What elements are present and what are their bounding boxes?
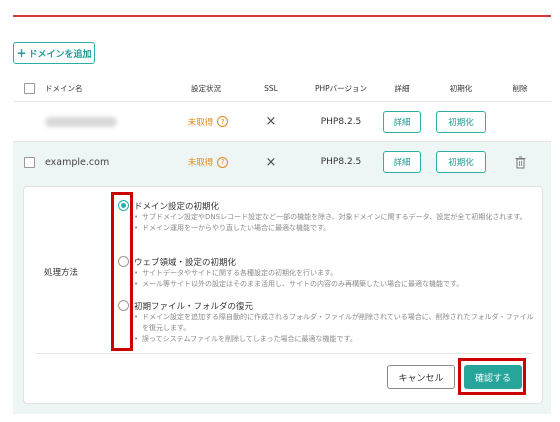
detail-button[interactable]: 詳細	[383, 110, 421, 133]
header-reset: 初期化	[449, 84, 473, 93]
reset-button[interactable]: 初期化	[436, 151, 486, 173]
reset-cell: 初期化	[436, 142, 486, 182]
highlight-box-confirm	[458, 358, 526, 395]
detail-cell: 詳細	[383, 142, 421, 182]
ssl-status: ×	[253, 102, 289, 141]
processing-method-label: 処理方法	[44, 268, 79, 278]
row-checkbox[interactable]	[23, 156, 35, 168]
option-desc-line: サブドメイン設定やDNSレコード設定など一部の機能を除き、対象ドメインに関するデ…	[134, 212, 538, 223]
php-version: PHP8.2.5	[320, 157, 362, 167]
option-description: サイトデータやサイトに関する各種設定の初期化を行います。 メール等サイト以外の設…	[134, 268, 538, 290]
delete-cell	[510, 142, 530, 182]
trash-icon[interactable]	[515, 156, 526, 169]
question-circle-icon[interactable]: ?	[217, 116, 229, 127]
status-text: 未取得	[187, 117, 214, 128]
status-cell: 未取得?	[173, 142, 243, 182]
option-desc-line: メール等サイト以外の設定はそのまま活用し、サイトの内容のみ再構築したい場合に最適…	[134, 279, 538, 290]
ssl-value: ×	[265, 114, 277, 129]
option-description: サブドメイン設定やDNSレコード設定など一部の機能を除き、対象ドメインに関するデ…	[134, 212, 538, 234]
add-domain-button[interactable]: + ドメインを追加	[13, 42, 95, 64]
detail-button[interactable]: 詳細	[383, 151, 421, 173]
blurred-domain	[45, 116, 117, 127]
table-row: 未取得? × PHP8.2.5 詳細 初期化	[13, 102, 551, 142]
domain-name-blurred	[45, 102, 135, 141]
highlight-box-radios	[111, 192, 133, 351]
plus-icon: +	[16, 46, 27, 60]
status-cell: 未取得?	[173, 102, 243, 141]
header-delete: 削除	[512, 84, 528, 93]
header-status: 設定状況	[191, 84, 221, 93]
option-desc-line: サイトデータやサイトに関する各種設定の初期化を行います。	[134, 268, 538, 279]
option-title: 初期ファイル・フォルダの復元	[134, 302, 254, 312]
option-title: ドメイン設定の初期化	[134, 202, 220, 212]
reset-cell: 初期化	[436, 102, 486, 141]
option-desc-line: ドメイン運用を一からやり直したい場合に最適な機能です。	[134, 223, 538, 234]
status-text: 未取得	[187, 158, 214, 168]
top-divider	[13, 15, 551, 17]
row-checkbox-cell[interactable]	[23, 142, 35, 182]
panel-divider	[36, 353, 532, 354]
option-description: ドメイン設定を追加する際自動的に作成されるフォルダ・ファイルが削除されている場合…	[134, 312, 538, 345]
add-domain-label: ドメインを追加	[28, 49, 92, 60]
select-all-checkbox-cell[interactable]	[23, 76, 35, 101]
question-circle-icon[interactable]: ?	[217, 156, 229, 168]
option-desc-line: ドメイン設定を追加する際自動的に作成されるフォルダ・ファイルが削除されている場合…	[134, 312, 538, 334]
option-desc-line: 誤ってシステムファイルを削除してしまった場合に最適な機能です。	[134, 334, 538, 345]
detail-cell: 詳細	[383, 102, 421, 141]
domain-name: example.com	[45, 156, 110, 168]
option-title: ウェブ領域・設定の初期化	[134, 258, 237, 268]
reset-button[interactable]: 初期化	[436, 110, 486, 133]
ssl-status: ×	[253, 142, 289, 182]
php-version: PHP8.2.5	[320, 116, 362, 127]
header-detail: 詳細	[394, 84, 410, 93]
table-row: example.com 未取得? × PHP8.2.5 詳細 初期化	[13, 142, 551, 182]
ssl-value: ×	[265, 154, 277, 170]
table-header: ドメイン名 設定状況 SSL PHPバージョン 詳細 初期化 削除	[13, 76, 551, 102]
header-domain: ドメイン名	[45, 84, 83, 93]
header-ssl: SSL	[264, 84, 278, 93]
cancel-button[interactable]: キャンセル	[387, 365, 455, 389]
header-php: PHPバージョン	[314, 84, 368, 93]
select-all-checkbox[interactable]	[23, 83, 35, 94]
